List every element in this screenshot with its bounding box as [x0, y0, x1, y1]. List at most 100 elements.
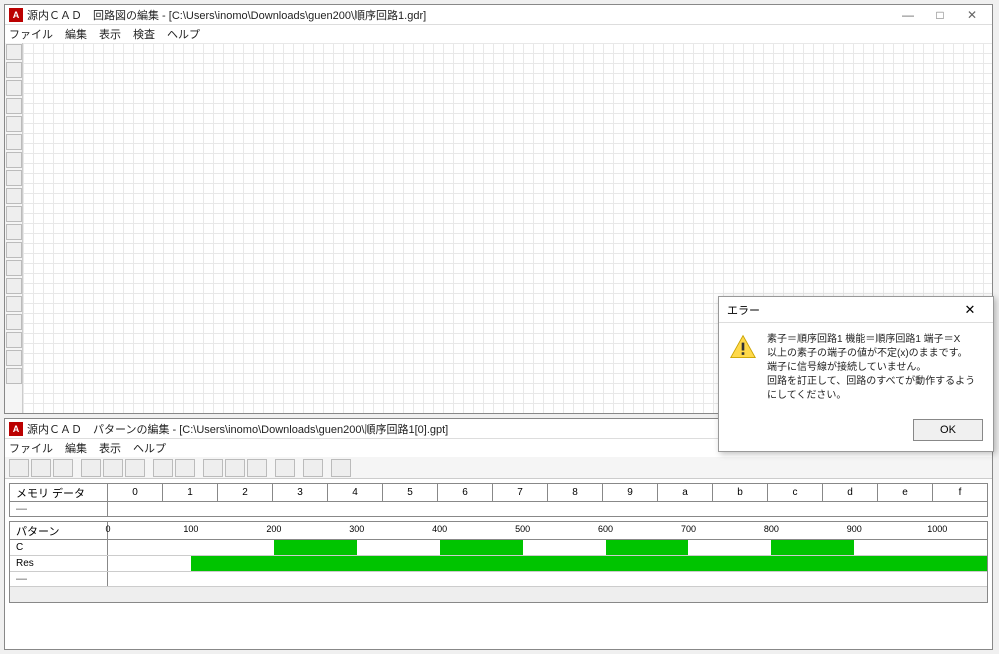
hex-cell[interactable]: c	[768, 484, 823, 501]
tool-misc4[interactable]	[6, 350, 22, 366]
ptool-clr[interactable]	[225, 459, 245, 477]
menu-file[interactable]: ファイル	[9, 26, 53, 42]
tick: 400	[432, 524, 447, 534]
tick: 200	[266, 524, 281, 534]
tool-sel[interactable]	[6, 44, 22, 60]
circuit-title: 源内ＣＡＤ 回路図の編集 - [C:\Users\inomo\Downloads…	[27, 7, 426, 23]
menu-file[interactable]: ファイル	[9, 440, 53, 456]
hex-cell[interactable]: 2	[218, 484, 273, 501]
tick: 0	[105, 524, 110, 534]
minimize-button[interactable]: —	[892, 6, 924, 24]
hex-cell[interactable]: 9	[603, 484, 658, 501]
wave-segment	[606, 540, 689, 555]
tool-undo[interactable]	[6, 188, 22, 204]
memory-label: メモリ データ	[10, 484, 108, 501]
pattern-label: パターン	[10, 522, 108, 539]
tool-misc3[interactable]	[6, 332, 22, 348]
tick: 1000	[927, 524, 947, 534]
hex-cell[interactable]: f	[933, 484, 987, 501]
tick: 600	[598, 524, 613, 534]
tool-q[interactable]	[6, 260, 22, 276]
tool-misc2[interactable]	[6, 314, 22, 330]
ptool-sel[interactable]	[81, 459, 101, 477]
warning-icon	[729, 333, 757, 361]
ptool-zoom[interactable]	[103, 459, 123, 477]
wave-segment	[771, 540, 854, 555]
dialog-title: エラー	[727, 302, 760, 318]
hex-cell[interactable]: a	[658, 484, 713, 501]
tick: 900	[847, 524, 862, 534]
memory-dash: —	[10, 502, 108, 516]
pattern-editor-window: A 源内ＣＡＤ パターンの編集 - [C:\Users\inomo\Downlo…	[4, 418, 993, 650]
hex-cell[interactable]: 5	[383, 484, 438, 501]
tool-text[interactable]	[6, 152, 22, 168]
tool-wire[interactable]	[6, 80, 22, 96]
hex-cell[interactable]: 7	[493, 484, 548, 501]
hex-cell[interactable]: 4	[328, 484, 383, 501]
menu-help[interactable]: ヘルプ	[167, 26, 200, 42]
tool-misc5[interactable]	[6, 368, 22, 384]
hex-cell[interactable]: 3	[273, 484, 328, 501]
tick: 800	[764, 524, 779, 534]
maximize-button[interactable]: □	[924, 6, 956, 24]
wave-segment	[274, 540, 357, 555]
ptool-dev[interactable]	[331, 459, 351, 477]
circuit-svg: X C Res d q r	[23, 43, 323, 193]
ptool-run[interactable]	[175, 459, 195, 477]
time-ticks: 01002003004005006007008009001000	[108, 522, 987, 539]
menu-edit[interactable]: 編集	[65, 26, 87, 42]
ptool-mark[interactable]	[203, 459, 223, 477]
hex-cell[interactable]: d	[823, 484, 878, 501]
dialog-titlebar[interactable]: エラー ✕	[719, 297, 993, 323]
hex-cell[interactable]: e	[878, 484, 933, 501]
tool-pal[interactable]	[6, 278, 22, 294]
ptool-step[interactable]	[153, 459, 173, 477]
menu-help[interactable]: ヘルプ	[133, 440, 166, 456]
tool-color[interactable]	[6, 242, 22, 258]
wave-row-Res: Res	[10, 556, 987, 572]
hex-cell[interactable]: 6	[438, 484, 493, 501]
tick: 700	[681, 524, 696, 534]
ok-button[interactable]: OK	[913, 419, 983, 441]
tool-rect[interactable]	[6, 62, 22, 78]
wave-canvas[interactable]	[108, 540, 987, 555]
hex-cell[interactable]: 1	[163, 484, 218, 501]
ptool-new[interactable]	[9, 459, 29, 477]
dialog-close-button[interactable]: ✕	[955, 299, 985, 321]
app-icon: A	[9, 422, 23, 436]
tool-del[interactable]	[6, 170, 22, 186]
ptool-print[interactable]	[303, 459, 323, 477]
ptool-sig[interactable]	[247, 459, 267, 477]
ptool-save[interactable]	[53, 459, 73, 477]
ptool-open[interactable]	[31, 459, 51, 477]
tick: 500	[515, 524, 530, 534]
wave-canvas[interactable]	[108, 556, 987, 571]
hex-cell[interactable]: 8	[548, 484, 603, 501]
ptool-help[interactable]	[275, 459, 295, 477]
circuit-menubar: ファイル 編集 表示 検査 ヘルプ	[5, 25, 992, 43]
tool-comp[interactable]	[6, 134, 22, 150]
tool-misc1[interactable]	[6, 296, 22, 312]
circuit-toolbar	[5, 43, 23, 413]
pattern-toolbar	[5, 457, 992, 479]
circuit-titlebar[interactable]: A 源内ＣＡＤ 回路図の編集 - [C:\Users\inomo\Downloa…	[5, 5, 992, 25]
close-button[interactable]: ✕	[956, 6, 988, 24]
wave-label: Res	[10, 556, 108, 571]
tool-redo[interactable]	[6, 206, 22, 222]
error-dialog: エラー ✕ 素子＝順序回路1 機能＝順序回路1 端子＝X 以上の素子の端子の値が…	[718, 296, 994, 452]
menu-view[interactable]: 表示	[99, 26, 121, 42]
hex-cell[interactable]: b	[713, 484, 768, 501]
tick: 100	[183, 524, 198, 534]
wave-scrollbar[interactable]	[10, 586, 987, 602]
menu-edit[interactable]: 編集	[65, 440, 87, 456]
wave-label: C	[10, 540, 108, 555]
memory-ruler: メモリ データ 0123456789abcdef —	[9, 483, 988, 517]
ptool-flag[interactable]	[125, 459, 145, 477]
pattern-title: 源内ＣＡＤ パターンの編集 - [C:\Users\inomo\Download…	[27, 421, 448, 437]
menu-check[interactable]: 検査	[133, 26, 155, 42]
tool-node[interactable]	[6, 116, 22, 132]
menu-view[interactable]: 表示	[99, 440, 121, 456]
tool-zoom[interactable]	[6, 224, 22, 240]
tool-wire2[interactable]	[6, 98, 22, 114]
hex-cell[interactable]: 0	[108, 484, 163, 501]
